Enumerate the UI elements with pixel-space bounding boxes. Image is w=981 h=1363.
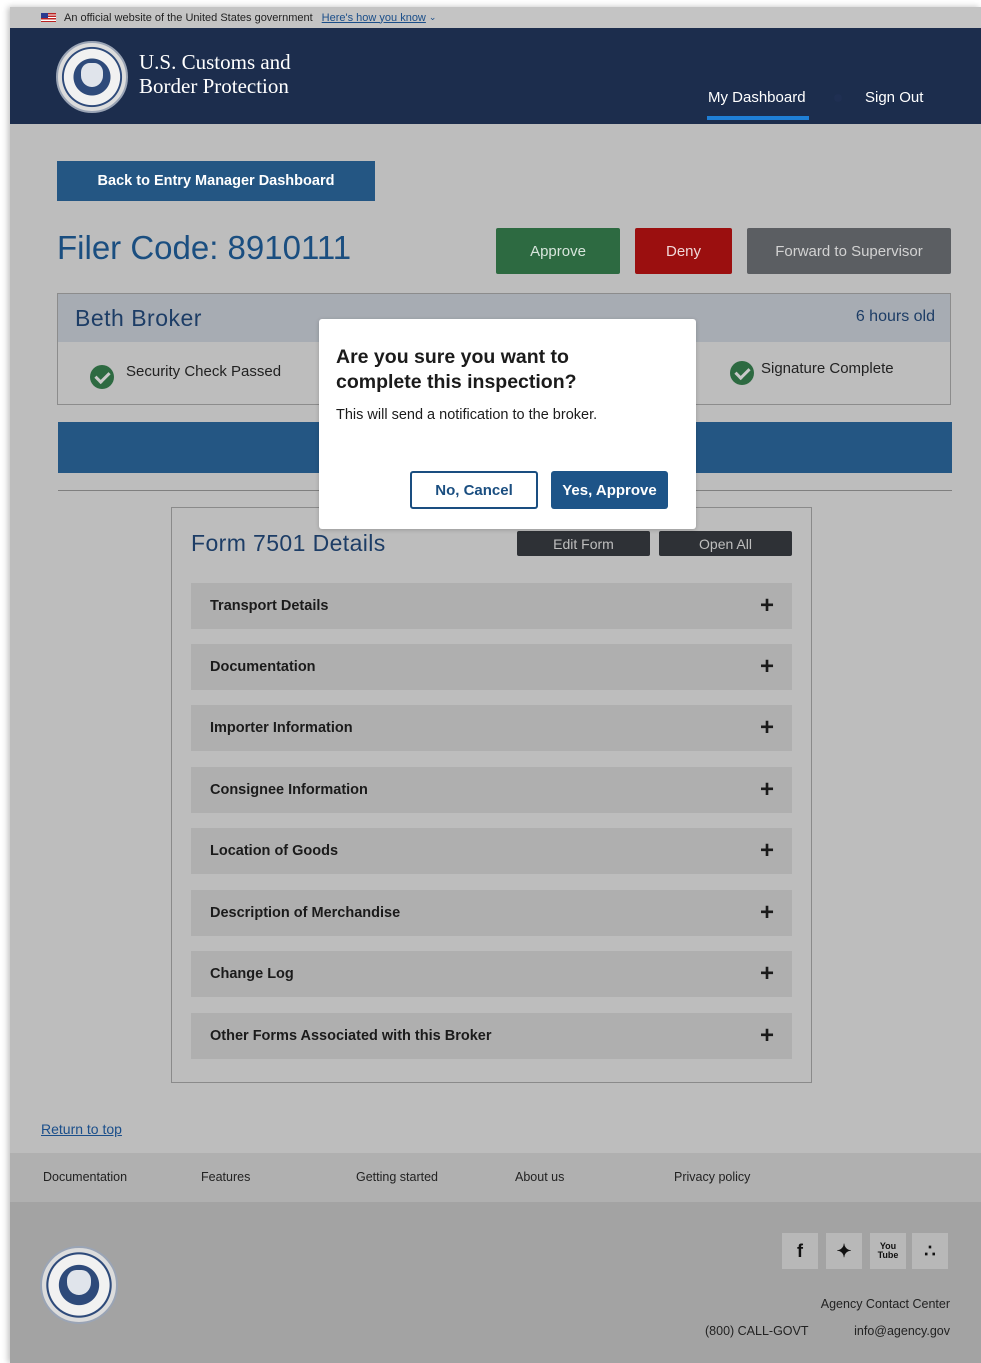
page-title: Filer Code: 8910111 [57, 229, 352, 266]
accordion-transport-details[interactable]: Transport Details + [191, 583, 792, 629]
plus-icon[interactable]: + [760, 655, 774, 679]
nav-separator [834, 94, 842, 102]
plus-icon[interactable]: + [760, 962, 774, 986]
security-check-status: Security Check Passed [126, 363, 282, 380]
accordion-label: Other Forms Associated with this Broker [210, 1028, 492, 1044]
dhs-seal-logo[interactable] [56, 41, 128, 113]
accordion-other-forms[interactable]: Other Forms Associated with this Broker … [191, 1013, 792, 1059]
contact-phone[interactable]: (800) CALL-GOVT [705, 1324, 809, 1338]
footer-link-about-us[interactable]: About us [515, 1170, 564, 1184]
accordion-label: Documentation [210, 659, 316, 675]
accordion-label: Consignee Information [210, 782, 368, 798]
dhs-seal-logo [40, 1246, 118, 1324]
agency-name[interactable]: U.S. Customs and Border Protection [139, 50, 291, 98]
accordion-importer-information[interactable]: Importer Information + [191, 705, 792, 751]
page: An official website of the United States… [10, 7, 981, 1363]
broker-name: Beth Broker [75, 305, 202, 331]
gov-banner-text: An official website of the United States… [64, 11, 313, 24]
agency-name-line2: Border Protection [139, 74, 289, 98]
form-details-card: Form 7501 Details Edit Form Open All Tra… [171, 507, 812, 1083]
deny-button[interactable]: Deny [635, 228, 732, 274]
broker-age: 6 hours old [855, 308, 935, 325]
agency-name-line1: U.S. Customs and [139, 50, 291, 74]
plus-icon[interactable]: + [760, 1024, 774, 1048]
footer-link-features[interactable]: Features [201, 1170, 250, 1184]
accordion-consignee-information[interactable]: Consignee Information + [191, 767, 792, 813]
contact-email[interactable]: info@agency.gov [854, 1324, 950, 1338]
check-circle-icon [90, 365, 114, 389]
form-title: Form 7501 Details [191, 530, 386, 556]
back-to-dashboard-button[interactable]: Back to Entry Manager Dashboard [57, 161, 375, 201]
footer-nav: Documentation Features Getting started A… [10, 1153, 981, 1202]
gov-banner: An official website of the United States… [10, 7, 981, 28]
accordion-label: Change Log [210, 966, 294, 982]
accordion-label: Importer Information [210, 720, 353, 736]
cancel-button[interactable]: No, Cancel [410, 471, 538, 509]
edit-form-button[interactable]: Edit Form [517, 531, 650, 556]
approve-button[interactable]: Approve [496, 228, 620, 274]
accordion-documentation[interactable]: Documentation + [191, 644, 792, 690]
nav-sign-out[interactable]: Sign Out [865, 89, 923, 106]
plus-icon[interactable]: + [760, 716, 774, 740]
chevron-down-icon[interactable]: ⌄ [429, 12, 437, 23]
open-all-button[interactable]: Open All [659, 531, 792, 556]
modal-body: This will send a notification to the bro… [336, 407, 598, 423]
us-flag-icon [41, 13, 56, 22]
accordion-label: Location of Goods [210, 843, 339, 859]
check-circle-icon [730, 361, 754, 385]
confirm-modal: Are you sure you want to complete this i… [319, 319, 696, 529]
facebook-icon[interactable]: f [782, 1233, 818, 1269]
signature-status: Signature Complete [761, 360, 894, 377]
footer-link-privacy-policy[interactable]: Privacy policy [674, 1170, 750, 1184]
accordion-change-log[interactable]: Change Log + [191, 951, 792, 997]
site-header: U.S. Customs and Border Protection My Da… [10, 28, 981, 124]
footer-link-documentation[interactable]: Documentation [43, 1170, 127, 1184]
footer-main [10, 1202, 981, 1363]
return-to-top-link[interactable]: Return to top [41, 1121, 122, 1137]
contact-center-title: Agency Contact Center [820, 1297, 950, 1311]
accordion-label: Description of Merchandise [210, 905, 401, 921]
accordion-description-of-merchandise[interactable]: Description of Merchandise + [191, 890, 792, 936]
nav-my-dashboard[interactable]: My Dashboard [707, 89, 809, 120]
forward-to-supervisor-button[interactable]: Forward to Supervisor [747, 228, 951, 274]
confirm-approve-button[interactable]: Yes, Approve [551, 471, 668, 509]
accordion-label: Transport Details [210, 598, 329, 614]
plus-icon[interactable]: + [760, 778, 774, 802]
plus-icon[interactable]: + [760, 594, 774, 618]
twitter-icon[interactable]: ✦ [826, 1233, 862, 1269]
plus-icon[interactable]: + [760, 839, 774, 863]
footer-link-getting-started[interactable]: Getting started [356, 1170, 438, 1184]
rss-icon[interactable]: ∴ [912, 1233, 948, 1269]
plus-icon[interactable]: + [760, 901, 774, 925]
modal-title: Are you sure you want to complete this i… [336, 346, 577, 393]
accordion-location-of-goods[interactable]: Location of Goods + [191, 828, 792, 874]
heres-how-link[interactable]: Here's how you know [322, 12, 426, 24]
youtube-icon[interactable]: You Tube [870, 1233, 906, 1269]
